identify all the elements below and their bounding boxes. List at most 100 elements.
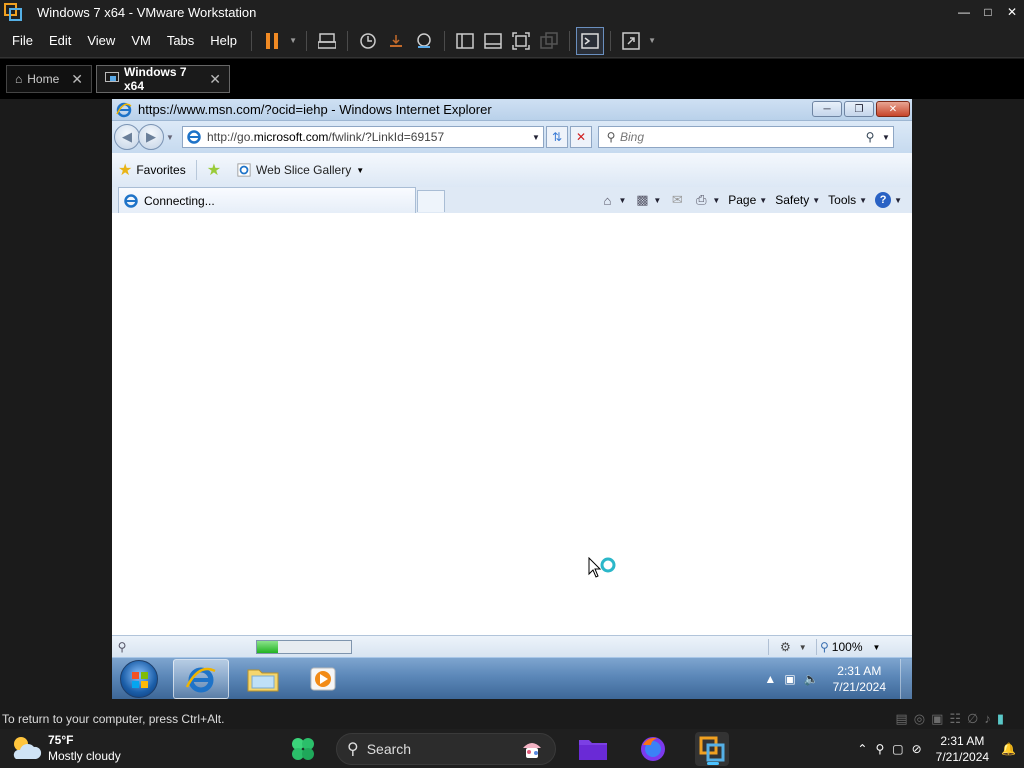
ie-restore-button[interactable]: ❐	[844, 101, 874, 117]
refresh-icon[interactable]: ⇅	[546, 126, 568, 148]
guest-screen[interactable]: https://www.msn.com/?ocid=iehp - Windows…	[112, 99, 912, 699]
zoom-control[interactable]: ⚲ 100% ▼	[820, 638, 880, 656]
hard-disk-icon[interactable]: ▤	[895, 711, 907, 727]
close-icon[interactable]: ✕	[209, 71, 221, 88]
message-log-icon[interactable]: ▮	[997, 711, 1004, 727]
unity-icon[interactable]	[535, 27, 563, 55]
taskbar-vmware-workstation[interactable]	[695, 732, 729, 766]
sidebar-view-icon[interactable]	[451, 27, 479, 55]
menu-view[interactable]: View	[79, 29, 123, 53]
forward-button[interactable]: ▶	[138, 124, 164, 150]
ie-page-icon	[237, 163, 251, 177]
location-icon[interactable]: ⚲	[875, 742, 884, 756]
guest-time: 2:31 AM	[837, 664, 882, 678]
taskbar-firefox[interactable]	[636, 732, 670, 766]
vmware-workstation-window: Windows 7 x64 - VMware Workstation — □ ✕…	[0, 0, 1024, 768]
pause-icon[interactable]	[258, 27, 286, 55]
stop-icon[interactable]: ✕	[570, 126, 592, 148]
web-slice-gallery-link[interactable]: Web Slice Gallery ▼	[231, 158, 370, 182]
chevron-down-icon: ▼	[356, 165, 365, 175]
show-hidden-icons-icon[interactable]: ▲	[764, 672, 776, 686]
web-slice-label: Web Slice Gallery	[256, 163, 352, 177]
chevron-down-icon[interactable]: ▼	[645, 27, 659, 55]
ie-window-title: https://www.msn.com/?ocid=iehp - Windows…	[138, 102, 492, 117]
new-tab-button[interactable]	[417, 190, 445, 212]
ie-logo-icon	[116, 102, 132, 117]
full-screen-icon[interactable]	[507, 27, 535, 55]
chevron-down-icon: ▼	[894, 195, 902, 205]
address-input[interactable]: http://go.microsoft.com/fwlink/?LinkId=6…	[182, 126, 544, 148]
favorites-button[interactable]: ★ Favorites	[112, 158, 192, 182]
tab-windows-7-x64[interactable]: Windows 7 x64 ✕	[96, 65, 230, 93]
thumbnail-view-icon[interactable]	[479, 27, 507, 55]
print-button[interactable]: ⎙ ▼	[689, 189, 724, 211]
ie-page-content[interactable]	[112, 213, 912, 635]
maximize-button[interactable]: □	[976, 0, 1000, 24]
close-icon[interactable]: ✕	[71, 71, 83, 88]
tab-home[interactable]: ⌂ Home ✕	[6, 65, 92, 93]
feeds-button[interactable]: ▩ ▼	[630, 189, 665, 211]
read-mail-button[interactable]: ✉	[665, 189, 689, 211]
favbar-separator	[195, 160, 197, 180]
tools-menu[interactable]: Tools ▼	[824, 189, 871, 211]
snapshot-icon[interactable]	[354, 27, 382, 55]
show-desktop-button[interactable]	[900, 659, 912, 699]
revert-snapshot-icon[interactable]	[382, 27, 410, 55]
menu-tabs[interactable]: Tabs	[159, 29, 202, 53]
help-button[interactable]: ? ▼	[871, 189, 906, 211]
home-icon: ⌂	[603, 192, 612, 208]
usb-icon[interactable]: ∅	[967, 711, 978, 727]
ie-minimize-button[interactable]: ─	[812, 101, 842, 117]
menu-file[interactable]: File	[4, 29, 41, 53]
notification-bell-icon[interactable]: 🔔	[1001, 742, 1016, 756]
sound-card-icon[interactable]: ♪	[984, 711, 991, 727]
page-menu[interactable]: Page ▼	[724, 189, 771, 211]
minimize-button[interactable]: —	[952, 0, 976, 24]
network-icon[interactable]: ▣	[784, 672, 795, 686]
taskbar-file-explorer[interactable]	[576, 732, 610, 766]
floppy-icon[interactable]: ▣	[931, 711, 943, 727]
menu-help[interactable]: Help	[202, 29, 245, 53]
start-button[interactable]	[286, 732, 320, 766]
protected-mode-button[interactable]: ⚙ ▼	[774, 638, 818, 656]
chevron-down-icon[interactable]: ▼	[879, 133, 893, 142]
chevron-down-icon[interactable]: ▼	[286, 27, 300, 55]
search-go-icon[interactable]: ⚲	[861, 130, 879, 144]
ie-tab-active[interactable]: Connecting...	[118, 187, 416, 213]
chevron-down-icon[interactable]: ▼	[164, 133, 176, 142]
search-input[interactable]: ⚲ Bing ⚲ ▼	[598, 126, 894, 148]
network-icon[interactable]: ⊘	[912, 742, 922, 756]
send-ctrl-alt-del-icon[interactable]	[313, 27, 341, 55]
display-icon[interactable]: ▢	[892, 742, 903, 756]
taskbar-internet-explorer[interactable]	[173, 659, 229, 699]
snapshot-manager-icon[interactable]	[410, 27, 438, 55]
weather-widget[interactable]: 75°F Mostly cloudy	[8, 732, 121, 764]
show-hidden-icons-icon[interactable]: ⌃	[857, 742, 867, 756]
network-adapter-icon[interactable]: ☷	[949, 711, 961, 727]
menu-vm[interactable]: VM	[123, 29, 159, 53]
search-label: Search	[366, 741, 412, 757]
taskbar-search[interactable]: ⚲ Search	[336, 733, 556, 765]
taskbar-windows-explorer[interactable]	[235, 659, 291, 699]
cd-dvd-icon[interactable]: ◎	[914, 711, 925, 727]
taskbar-media-player[interactable]	[295, 659, 351, 699]
console-view-icon[interactable]	[576, 26, 605, 55]
menu-edit[interactable]: Edit	[41, 29, 79, 53]
host-date: 7/21/2024	[935, 749, 990, 764]
start-button[interactable]	[120, 660, 158, 698]
vmware-titlebar: Windows 7 x64 - VMware Workstation — □ ✕	[0, 0, 1024, 24]
close-button[interactable]: ✕	[1000, 0, 1024, 24]
back-button[interactable]: ◀	[114, 124, 140, 150]
ie-page-icon	[187, 130, 201, 144]
home-button[interactable]: ⌂ ▼	[595, 189, 630, 211]
stretch-guest-icon[interactable]	[617, 27, 645, 55]
guest-clock[interactable]: 2:31 AM 7/21/2024	[833, 663, 886, 695]
add-to-favorites-bar-button[interactable]: ★	[201, 158, 231, 182]
volume-icon[interactable]: 🔈	[804, 672, 819, 686]
safety-menu[interactable]: Safety ▼	[771, 189, 824, 211]
ie-close-button[interactable]: ✕	[876, 101, 910, 117]
ie-loading-icon	[124, 193, 138, 208]
chevron-down-icon[interactable]: ▼	[529, 133, 543, 142]
progress-fill	[257, 641, 278, 653]
host-clock[interactable]: 2:31 AM 7/21/2024	[936, 733, 989, 765]
